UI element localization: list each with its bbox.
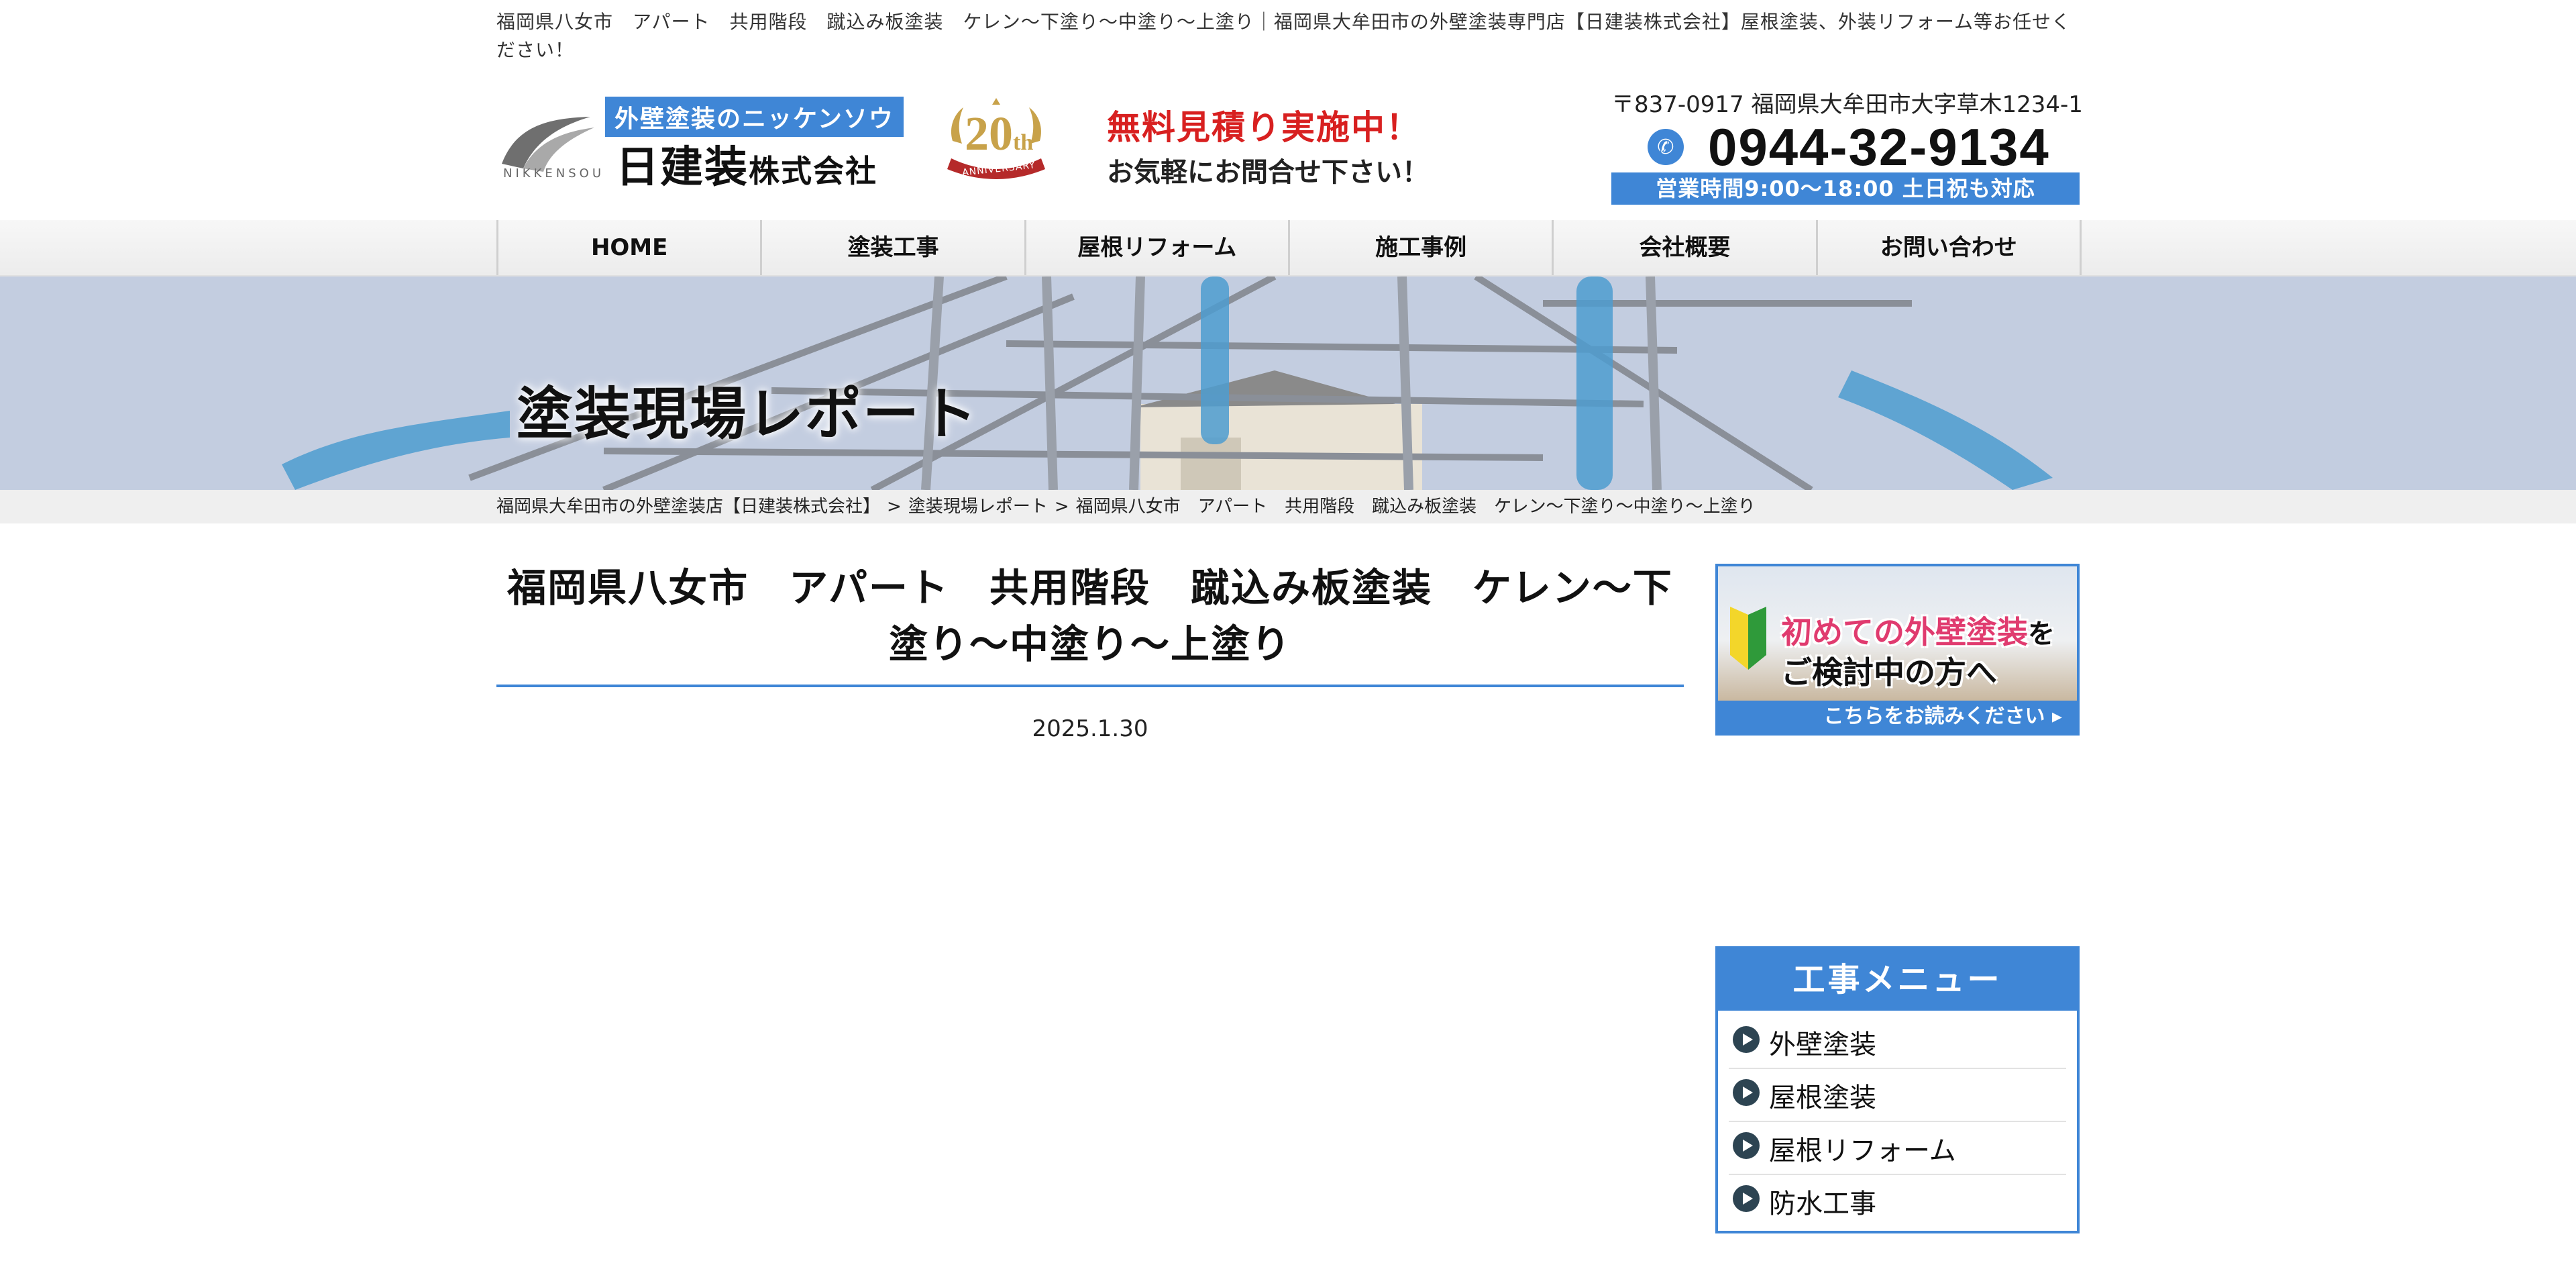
phone-icon: ✆ [1648,129,1684,165]
promo-line-2: お気軽にお問合せ下さい！ [1107,157,1429,188]
breadcrumb-separator: > [887,497,902,517]
anniversary-number: 20th [965,107,1034,160]
business-hours: 営業時間9:00〜18:00 土日祝も対応 [1611,172,2080,205]
promo-line-1: 無料見積り実施中！ [1107,108,1421,147]
banner-line-2: ご検討中の方へ [1781,654,1997,691]
hero-title: 塗装現場レポート [517,381,979,447]
service-menu: 工事メニュー 外壁塗装 屋根塗装 屋根リフォーム 防水工事 [1715,946,2080,1233]
play-circle-icon [1733,1184,1760,1212]
nav-item-works[interactable]: 施工事例 [1290,220,1554,275]
nav-item-painting[interactable]: 塗装工事 [762,220,1026,275]
company-address: 〒837-0917 福岡県大牟田市大字草木1234-1 [1611,91,2083,118]
article-title: 福岡県八女市 アパート 共用階段 蹴込み板塗装 ケレン〜下塗り〜中塗り〜上塗り [496,560,1684,687]
page-tagline: 福岡県八女市 アパート 共用階段 蹴込み板塗装 ケレン〜下塗り〜中塗り〜上塗り｜… [496,11,2072,61]
breadcrumb-category-link[interactable]: 塗装現場レポート [908,497,1048,517]
scaffolding-image [0,276,2576,490]
breadcrumb-separator: > [1054,497,1069,517]
nav-item-roof-reform[interactable]: 屋根リフォーム [1026,220,1290,275]
first-time-painting-banner[interactable]: 初めての外壁塗装を ご検討中の方へ こちらをお読みください ▸ [1715,564,2080,736]
play-circle-icon [1733,1131,1760,1159]
play-circle-icon [1733,1078,1760,1106]
service-menu-item-roof-painting[interactable]: 屋根塗装 [1729,1069,2066,1122]
free-estimate-promo[interactable]: 無料見積り実施中！ お気軽にお問合せ下さい！ [1107,101,1429,189]
logo-company-name: 日建装株式会社 [616,143,877,193]
page-hero-banner: 塗装現場レポート [0,276,2576,490]
breadcrumb: 福岡県大牟田市の外壁塗装店【日建装株式会社】 > 塗装現場レポート > 福岡県八女市 ア… [0,490,2576,523]
beginner-mark-icon [1730,607,1766,670]
logo-brand-text: NIKKENSOU [503,166,604,181]
main-navigation: HOME 塗装工事 屋根リフォーム 施工事例 会社概要 お問い合わせ [0,220,2576,276]
service-menu-title: 工事メニュー [1718,949,2077,1011]
article-date: 2025.1.30 [1032,715,1148,742]
contact-info: 〒837-0917 福岡県大牟田市大字草木1234-1 ✆ 0944-32-91… [1611,86,2083,205]
logo-subtitle: 外壁塗装のニッケンソウ [605,97,904,137]
play-circle-icon [1733,1025,1760,1053]
company-logo[interactable]: NIKKENSOU 外壁塗装のニッケンソウ 日建装株式会社 [496,94,904,193]
banner-line-1: 初めての外壁塗装を [1781,614,2055,650]
nav-item-home[interactable]: HOME [498,220,763,275]
nav-item-contact[interactable]: お問い合わせ [1818,220,2082,275]
breadcrumb-current: 福岡県八女市 アパート 共用階段 蹴込み板塗装 ケレン〜下塗り〜中塗り〜上塗り [1075,497,1756,517]
phone-number[interactable]: 0944-32-9134 [1708,117,2050,178]
service-menu-item-waterproofing[interactable]: 防水工事 [1729,1175,2066,1227]
article-main: 福岡県八女市 アパート 共用階段 蹴込み板塗装 ケレン〜下塗り〜中塗り〜上塗り … [496,560,1684,742]
service-menu-item-exterior-wall[interactable]: 外壁塗装 [1729,1016,2066,1069]
banner-read-more-link[interactable]: こちらをお読みください ▸ [1718,701,2077,733]
breadcrumb-home-link[interactable]: 福岡県大牟田市の外壁塗装店【日建装株式会社】 [496,497,880,517]
nav-item-company[interactable]: 会社概要 [1554,220,1818,275]
service-menu-item-roof-reform[interactable]: 屋根リフォーム [1729,1122,2066,1175]
phone-row[interactable]: ✆ 0944-32-9134 [1611,117,2080,176]
anniversary-badge: 20th ANNIVERSARY [939,94,1053,188]
